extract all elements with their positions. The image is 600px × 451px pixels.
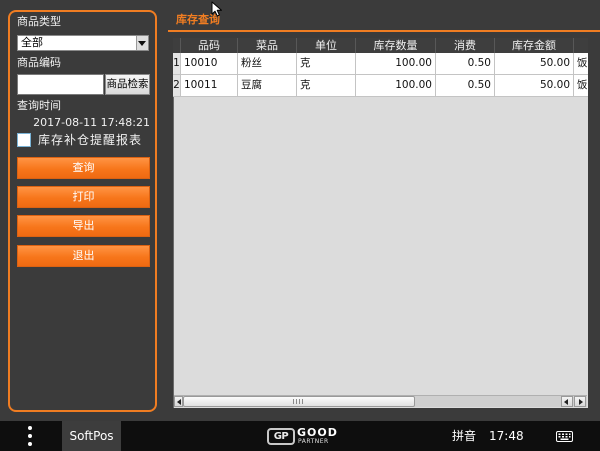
chevron-down-icon[interactable] [136, 36, 148, 50]
query-button[interactable]: 查询 [17, 157, 150, 179]
column-header-consumption[interactable]: 消费 [436, 38, 495, 53]
product-search-button[interactable]: 商品检索 [105, 74, 150, 95]
key [569, 433, 571, 435]
column-header-dish[interactable]: 菜品 [238, 38, 297, 53]
grip-line [293, 399, 294, 404]
key [562, 436, 564, 438]
taskbar-app-softpos[interactable]: SoftPos [62, 421, 121, 451]
logo-word-bottom: PARTNER [298, 438, 329, 445]
row-number[interactable]: 1 [173, 53, 181, 75]
grip-icon [293, 399, 304, 404]
more-vertical-icon[interactable] [28, 426, 33, 446]
menu-dot [28, 434, 32, 438]
cell-next-partial: 饭 [574, 75, 588, 97]
menu-dot [28, 442, 32, 446]
key [565, 433, 568, 435]
column-header-code[interactable]: 品码 [181, 38, 238, 53]
key [562, 433, 564, 435]
key [558, 436, 561, 438]
cell-unit: 克 [297, 75, 356, 97]
arrow-left-icon[interactable] [561, 396, 573, 407]
arrow-right-icon[interactable] [574, 396, 586, 407]
print-button[interactable]: 打印 [17, 186, 150, 208]
column-header-next[interactable] [574, 38, 588, 53]
product-code-label: 商品编码 [17, 56, 61, 69]
key [565, 436, 568, 438]
column-header-stock-amount[interactable]: 库存金额 [495, 38, 574, 53]
cell-dish: 粉丝 [238, 53, 297, 75]
key [558, 433, 561, 435]
cell-stock-amount: 50.00 [495, 53, 574, 75]
cell-stock-amount: 50.00 [495, 75, 574, 97]
exit-button[interactable]: 退出 [17, 245, 150, 267]
restock-reminder-label[interactable]: 库存补仓提醒报表 [38, 133, 142, 147]
query-time-value: 2017-08-11 17:48:21 [33, 116, 150, 129]
keyboard-icon[interactable] [556, 431, 573, 442]
cell-next-partial: 饭 [574, 53, 588, 75]
table-header: 品码 菜品 单位 库存数量 消费 库存金额 [173, 38, 588, 53]
export-button[interactable]: 导出 [17, 215, 150, 237]
restock-reminder-checkbox[interactable] [17, 133, 31, 147]
cell-stock-qty: 100.00 [356, 75, 436, 97]
arrow-left-icon[interactable] [174, 396, 183, 407]
table-row[interactable]: 2 10011 豆腐 克 100.00 0.50 50.00 饭 [173, 75, 588, 97]
category-label: 商品类型 [17, 15, 61, 28]
column-header-unit[interactable]: 单位 [297, 38, 356, 53]
taskbar-clock: 17:48 [489, 429, 524, 443]
column-header-stock-qty[interactable]: 库存数量 [356, 38, 436, 53]
logo-word-top: GOOD [297, 426, 338, 439]
cell-dish: 豆腐 [238, 75, 297, 97]
cell-stock-qty: 100.00 [356, 53, 436, 75]
keyboard-keys [558, 433, 571, 440]
title-divider [168, 30, 600, 32]
key [569, 436, 571, 438]
mouse-pointer-icon [211, 1, 222, 17]
cell-unit: 克 [297, 53, 356, 75]
scrollbar-thumb[interactable] [183, 396, 415, 407]
filter-panel: 商品类型 全部 商品编码 商品检索 查询时间 2017-08-11 17:48:… [8, 10, 157, 412]
header-corner[interactable] [173, 38, 181, 53]
cell-code: 10011 [181, 75, 238, 97]
logo-mark: GP [267, 428, 295, 445]
grip-line [302, 399, 303, 404]
category-selected-value: 全部 [21, 36, 43, 49]
table-row[interactable]: 1 10010 粉丝 克 100.00 0.50 50.00 饭 [173, 53, 588, 75]
cell-code: 10010 [181, 53, 238, 75]
grip-line [299, 399, 300, 404]
menu-dot [28, 426, 32, 430]
product-code-input[interactable] [17, 74, 104, 95]
grip-line [296, 399, 297, 404]
horizontal-scrollbar[interactable] [174, 395, 587, 407]
stock-table[interactable]: 品码 菜品 单位 库存数量 消费 库存金额 1 10010 粉丝 克 100.0… [173, 38, 588, 408]
row-number[interactable]: 2 [173, 75, 181, 97]
category-dropdown[interactable]: 全部 [17, 35, 149, 51]
cell-consumption: 0.50 [436, 75, 495, 97]
pointer-shape [211, 1, 222, 17]
good-partner-logo: GP GOOD PARTNER [267, 426, 339, 445]
taskbar: SoftPos GP GOOD PARTNER 拼音 17:48 [0, 421, 600, 451]
spacebar-key [560, 438, 569, 440]
cell-consumption: 0.50 [436, 53, 495, 75]
input-method-indicator[interactable]: 拼音 [452, 421, 476, 451]
query-time-label: 查询时间 [17, 99, 61, 112]
